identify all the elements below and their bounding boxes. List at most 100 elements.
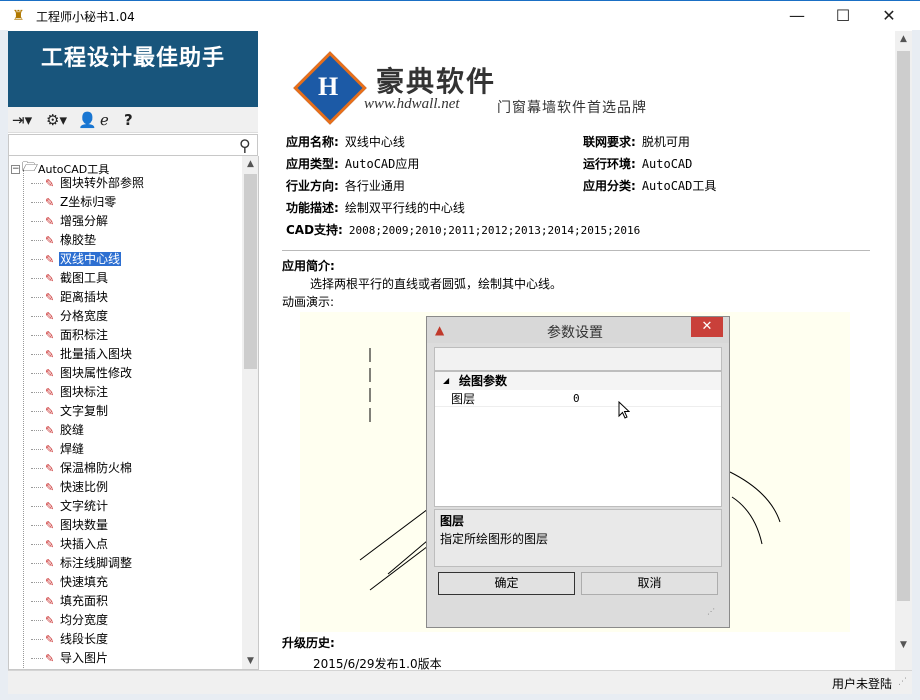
resize-grip-icon[interactable]: ⋰ (707, 607, 715, 616)
tree-item[interactable]: ✎ 填充面积 (9, 592, 242, 611)
info-function: 功能描述: 绘制双平行线的中心线 (286, 201, 465, 215)
tool-icon: ✎ (45, 614, 55, 627)
scroll-down-icon[interactable]: ▼ (242, 653, 259, 670)
scroll-down-icon[interactable]: ▼ (895, 637, 912, 654)
demo-arc-2 (731, 496, 763, 545)
tree-item[interactable]: ✎ 面积标注 (9, 326, 242, 345)
tree-item[interactable]: ✎ 快速填充 (9, 573, 242, 592)
tool-icon: ✎ (45, 329, 55, 342)
maximize-button[interactable]: ☐ (820, 1, 866, 31)
resize-grip-icon[interactable]: ⋰ (898, 677, 907, 687)
search-icon[interactable]: ⚲ (239, 136, 251, 155)
tree-item-label: 快速填充 (60, 575, 109, 589)
description-text: 指定所绘图形的图层 (440, 532, 549, 546)
tree-item[interactable]: ✎ 焊缝 (9, 440, 242, 459)
tree-item[interactable]: ✎ 图块标注 (9, 383, 242, 402)
tool-icon: ✎ (45, 424, 55, 437)
tree-item[interactable]: ✎ 文字复制 (9, 402, 242, 421)
tree-scroll-thumb[interactable] (244, 174, 257, 369)
search-input[interactable]: ⚲ (8, 134, 258, 156)
window-title: 工程师小秘书1.04 (36, 10, 135, 24)
divider (282, 250, 870, 251)
tree-item[interactable]: ✎ 分格宽度 (9, 307, 242, 326)
tree-connector (31, 297, 43, 298)
tool-tree: − 🗁AutoCAD工具 ✎ 图块转外部参照 ✎ Z坐标归零 ✎ 增强分解 ✎ 橡胶垫 ✎ 双线中心… (8, 156, 242, 670)
settings-icon[interactable]: ⚙▾ (46, 110, 67, 130)
help-icon[interactable]: ? (124, 110, 133, 130)
tree-item[interactable]: ✎ 图块数量 (9, 516, 242, 535)
info-industry: 行业方向: 各行业通用 (286, 179, 405, 193)
tree-item[interactable]: ✎ 橡胶垫 (9, 231, 242, 250)
minimize-button[interactable]: — (774, 1, 820, 31)
tree-connector (31, 278, 43, 279)
tree-root[interactable]: − 🗁AutoCAD工具 (11, 158, 109, 176)
tree-item[interactable]: ✎ 块插入点 (9, 535, 242, 554)
tree-item-label: 批量插入图块 (60, 347, 133, 361)
history-title: 升级历史: (282, 636, 335, 650)
info-cad-support: CAD支持: 2008;2009;2010;2011;2012;2013;2014… (286, 223, 641, 237)
tree-item[interactable]: ✎ 图块转外部参照 (9, 174, 242, 193)
tree-item[interactable]: ✎ 均分宽度 (9, 611, 242, 630)
tree-item[interactable]: ✎ 图块属性修改 (9, 364, 242, 383)
collapse-icon[interactable]: − (11, 164, 20, 174)
tree-item[interactable]: ✎ 双线中心线 (9, 250, 242, 269)
tree-scrollbar[interactable]: ▲ ▼ (242, 156, 259, 670)
tree-connector (31, 658, 43, 659)
dialog-close-button[interactable]: ✕ (691, 317, 723, 337)
close-icon: ✕ (882, 6, 896, 25)
tree-connector (31, 259, 43, 260)
tree-item[interactable]: ✎ 标注线脚调整 (9, 554, 242, 573)
parameter-dialog: ▲ 参数设置 ✕ ◢ 绘图参数 图层 0 图层 指定所绘图形的图层 确定 取消 … (426, 316, 730, 628)
tree-connector (31, 354, 43, 355)
property-category-label: 绘图参数 (459, 374, 508, 388)
tree-item[interactable]: ✎ 导入图片 (9, 649, 242, 668)
tree-item[interactable]: ✎ 截图工具 (9, 269, 242, 288)
tree-connector (31, 449, 43, 450)
dialog-title-bar[interactable]: ▲ 参数设置 ✕ (427, 317, 729, 343)
tree-item-label: 分格宽度 (60, 309, 109, 323)
collapse-triangle-icon[interactable]: ◢ (443, 372, 449, 390)
tree-item[interactable]: ✎ 文字统计 (9, 497, 242, 516)
property-value[interactable]: 0 (573, 391, 580, 407)
scroll-up-icon[interactable]: ▲ (242, 156, 259, 173)
window-frame-left (0, 30, 8, 700)
tree-item-label: 截图工具 (60, 271, 109, 285)
tree-item[interactable]: ✎ 保温棉防火棉 (9, 459, 242, 478)
tree-item[interactable]: ✎ 快速比例 (9, 478, 242, 497)
browser-icon[interactable]: ℯ (100, 110, 109, 130)
company-logo: H 豪典软件 www.hdwall.net 门窗幕墙软件首选品牌 (293, 51, 680, 125)
tree-item[interactable]: ✎ 增强分解 (9, 212, 242, 231)
user-icon[interactable]: 👤 (78, 110, 97, 130)
tool-icon: ✎ (45, 595, 55, 608)
autocad-icon: ▲ (435, 323, 445, 337)
tree-item-label: 保温棉防火棉 (60, 461, 133, 475)
close-button[interactable]: ✕ (866, 1, 912, 31)
tree-item-label: 焊缝 (60, 442, 85, 456)
sidebar-banner: 工程设计最佳助手 (8, 31, 258, 107)
tree-item[interactable]: ✎ 线段长度 (9, 630, 242, 649)
tree-item-label: 图块标注 (60, 385, 109, 399)
tree-connector (31, 202, 43, 203)
cancel-button[interactable]: 取消 (581, 572, 718, 595)
demo-label: 动画演示: (282, 295, 335, 309)
tree-item-label: 文字统计 (60, 499, 109, 513)
logout-icon[interactable]: ⇥▾ (12, 110, 32, 130)
tree-connector (31, 563, 43, 564)
tree-item[interactable]: ✎ 批量插入图块 (9, 345, 242, 364)
tool-icon: ✎ (45, 576, 55, 589)
main-scrollbar[interactable]: ▲ ▼ (895, 31, 912, 670)
close-icon: ✕ (701, 319, 713, 334)
scroll-up-icon[interactable]: ▲ (895, 31, 912, 48)
tree-connector (31, 506, 43, 507)
property-name: 图层 (451, 392, 476, 406)
tree-connector (31, 639, 43, 640)
tree-item[interactable]: ✎ 胶缝 (9, 421, 242, 440)
property-category[interactable]: ◢ 绘图参数 (435, 372, 721, 390)
minimize-icon: — (789, 6, 805, 25)
property-row[interactable]: 图层 0 (435, 391, 721, 407)
main-scroll-thumb[interactable] (897, 51, 910, 601)
tree-connector (31, 544, 43, 545)
tree-item[interactable]: ✎ 距离插块 (9, 288, 242, 307)
ok-button[interactable]: 确定 (438, 572, 575, 595)
tree-item[interactable]: ✎ Z坐标归零 (9, 193, 242, 212)
